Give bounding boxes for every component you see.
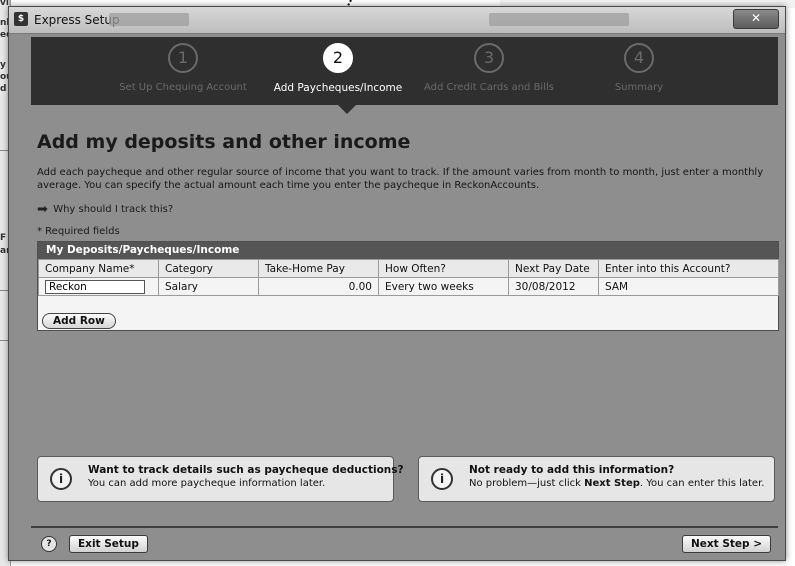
exit-setup-button[interactable]: Exit Setup: [69, 535, 148, 553]
grid-title: My Deposits/Paycheques/Income: [38, 242, 778, 259]
next-step-button[interactable]: Next Step >: [681, 535, 771, 553]
info-icon: i: [431, 468, 453, 490]
info-title: Want to track details such as paycheque …: [88, 464, 404, 476]
column-header: How Often?: [378, 259, 509, 278]
column-header: Company Name*: [38, 259, 159, 278]
step-label: Summary: [614, 82, 664, 93]
close-button[interactable]: ✕: [733, 9, 779, 29]
info-icon: i: [50, 468, 72, 490]
next-step-emphasis: Next Step: [584, 478, 640, 489]
background-text: y: [0, 60, 6, 70]
info-box-not-ready: i Not ready to add this information? No …: [418, 456, 775, 502]
info-body: You can add more paycheque information l…: [88, 478, 326, 489]
account-cell[interactable]: SAM: [598, 277, 779, 296]
info-body-text: . You can enter this later.: [639, 478, 765, 489]
why-track-label: Why should I track this?: [53, 204, 174, 215]
how-often-cell[interactable]: Every two weeks: [378, 277, 509, 296]
column-header: Take-Home Pay: [258, 259, 379, 278]
next-pay-date-cell[interactable]: 30/08/2012: [508, 277, 599, 296]
company-name-input[interactable]: [45, 279, 145, 294]
income-table: Company Name* Category Take-Home Pay How…: [38, 259, 779, 296]
company-cell[interactable]: [38, 277, 159, 296]
step-number: 1: [168, 43, 198, 73]
express-setup-window: $ Express Setup ✕ 1 Set Up Chequing Acco…: [8, 6, 786, 561]
info-body: No problem—just click Next Step. You can…: [469, 478, 764, 489]
take-home-pay-cell[interactable]: 0.00: [258, 277, 379, 296]
step-number: 2: [323, 43, 353, 73]
title-bar: $ Express Setup ✕: [9, 7, 785, 34]
category-cell[interactable]: Salary: [158, 277, 259, 296]
info-body-text: No problem—just click: [469, 478, 585, 489]
blurred-title-text: [489, 13, 629, 26]
required-fields-note: * Required fields: [37, 226, 120, 237]
app-icon: $: [14, 12, 28, 26]
add-row-button[interactable]: Add Row: [42, 313, 116, 329]
table-header-row: Company Name* Category Take-Home Pay How…: [38, 259, 779, 278]
blurred-title-text: [109, 13, 189, 26]
main-content: Add my deposits and other income Add eac…: [31, 105, 779, 528]
wizard-steps: 1 Set Up Chequing Account 2 Add Paychequ…: [31, 37, 778, 114]
page-description: Add each paycheque and other regular sou…: [37, 167, 764, 191]
step-number: 3: [474, 43, 504, 73]
info-title: Not ready to add this information?: [469, 464, 675, 476]
footer-divider: [31, 526, 778, 528]
info-box-deductions: i Want to track details such as paychequ…: [37, 456, 404, 502]
income-grid: My Deposits/Paycheques/Income Company Na…: [37, 241, 779, 331]
table-row: Salary 0.00 Every two weeks 30/08/2012 S…: [38, 277, 779, 296]
column-header: Next Pay Date: [508, 259, 599, 278]
footer: ? Exit Setup Next Step >: [31, 531, 778, 557]
right-arrow-icon: ➡: [37, 202, 48, 217]
why-track-link[interactable]: ➡ Why should I track this?: [37, 202, 173, 217]
step-4: 4 Summary: [539, 43, 739, 93]
window-title: Express Setup: [34, 13, 120, 27]
column-header: Category: [158, 259, 259, 278]
column-header: Enter into this Account?: [598, 259, 779, 278]
page-title: Add my deposits and other income: [37, 131, 411, 153]
step-number: 4: [624, 43, 654, 73]
help-icon[interactable]: ?: [41, 536, 57, 552]
